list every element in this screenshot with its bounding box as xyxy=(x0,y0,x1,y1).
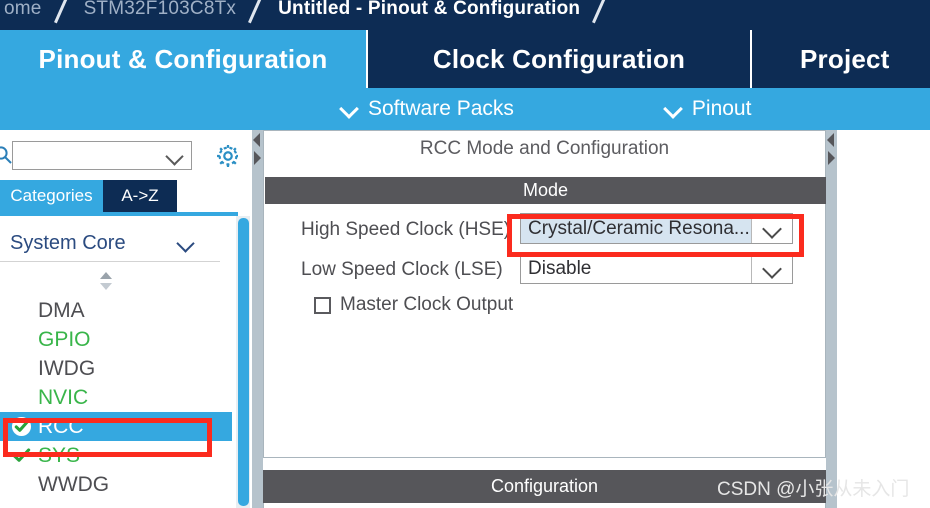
subnav-software-packs-label: Software Packs xyxy=(368,97,514,120)
breadcrumb-item-home[interactable]: ome xyxy=(0,0,46,20)
search-row xyxy=(0,136,238,180)
row-master-clock-output[interactable]: Master Clock Output xyxy=(264,291,827,325)
sidebar-item-dma[interactable]: DMA xyxy=(0,296,232,325)
breadcrumb-separator-icon xyxy=(240,0,274,26)
configuration-section-body xyxy=(263,503,826,508)
row-high-speed-clock: High Speed Clock (HSE) Crystal/Ceramic R… xyxy=(264,211,827,251)
category-mode-segmented-control: Categories A->Z xyxy=(0,180,238,212)
sort-spinner-icon[interactable] xyxy=(96,270,116,292)
hse-combo[interactable]: Crystal/Ceramic Resona... xyxy=(520,213,793,244)
master-clock-output-checkbox[interactable] xyxy=(314,297,331,314)
right-splitter[interactable] xyxy=(826,130,837,508)
check-circle-icon xyxy=(11,416,32,437)
chevron-down-icon[interactable] xyxy=(178,236,194,252)
lse-label: Low Speed Clock (LSE) xyxy=(301,259,503,280)
main-tab-bar: Pinout & Configuration Clock Configurati… xyxy=(0,30,930,88)
subnav-software-packs[interactable]: Software Packs xyxy=(340,97,514,121)
row-low-speed-clock: Low Speed Clock (LSE) Disable xyxy=(264,251,827,291)
chevron-down-icon[interactable] xyxy=(751,254,792,283)
sidebar-item-nvic[interactable]: NVIC xyxy=(0,383,232,412)
sidebar-item-rcc[interactable]: RCC xyxy=(0,412,232,441)
mode-form: High Speed Clock (HSE) Crystal/Ceramic R… xyxy=(264,211,827,325)
lse-combo[interactable]: Disable xyxy=(520,253,793,284)
sub-nav-bar: Software Packs Pinout xyxy=(0,88,930,130)
category-group-system-core[interactable]: System Core xyxy=(0,226,232,260)
right-splitter-collapse-arrows-icon[interactable] xyxy=(826,132,837,168)
sidebar-item-wwdg[interactable]: WWDG xyxy=(0,470,232,499)
chevron-down-icon[interactable] xyxy=(751,214,792,243)
hse-combo-value: Crystal/Ceramic Resona... xyxy=(528,218,750,239)
left-splitter[interactable] xyxy=(252,130,263,508)
sidebar-item-gpio[interactable]: GPIO xyxy=(0,325,232,354)
sidebar-item-label: DMA xyxy=(38,298,85,322)
sidebar-item-label: GPIO xyxy=(38,327,91,351)
watermark: CSDN @小张从未入门 xyxy=(717,479,910,500)
tab-clock-configuration[interactable]: Clock Configuration xyxy=(366,30,752,88)
sidebar-item-label: RCC xyxy=(38,414,84,438)
workspace: Categories A->Z System Core DMA GPIO IWD… xyxy=(0,130,930,508)
tab-project[interactable]: Project xyxy=(752,30,928,88)
sidebar-item-sys[interactable]: SYS xyxy=(0,441,232,470)
category-group-label: System Core xyxy=(10,231,126,254)
breadcrumb: ome STM32F103C8Tx Untitled - Pinout & Co… xyxy=(0,0,930,30)
sidebar-scrollbar-thumb[interactable] xyxy=(238,218,249,506)
subnav-pinout-label: Pinout xyxy=(691,97,752,120)
sidebar-item-label: WWDG xyxy=(38,472,110,496)
search-input[interactable] xyxy=(12,141,192,170)
subnav-pinout[interactable]: Pinout xyxy=(664,97,752,121)
chevron-down-icon xyxy=(340,100,358,118)
chevron-down-icon xyxy=(664,100,682,118)
stm32cubemx-window: ome STM32F103C8Tx Untitled - Pinout & Co… xyxy=(0,0,930,508)
lse-combo-value: Disable xyxy=(528,258,592,279)
sidebar-item-label: NVIC xyxy=(38,385,89,409)
hse-label: High Speed Clock (HSE) xyxy=(301,219,511,240)
peripheral-list: DMA GPIO IWDG NVIC RCC SYS WWDG xyxy=(0,296,232,499)
sidebar-item-iwdg[interactable]: IWDG xyxy=(0,354,232,383)
breadcrumb-separator-icon xyxy=(584,0,618,26)
master-clock-output-label: Master Clock Output xyxy=(340,294,514,315)
divider xyxy=(0,261,220,262)
tab-pinout-configuration[interactable]: Pinout & Configuration xyxy=(0,30,366,88)
check-icon xyxy=(11,445,32,466)
tab-a-to-z[interactable]: A->Z xyxy=(103,180,177,212)
page-title: RCC Mode and Configuration xyxy=(419,138,670,159)
mode-section-header: Mode xyxy=(265,177,826,204)
gear-icon[interactable] xyxy=(214,142,238,170)
splitter-collapse-arrows-icon[interactable] xyxy=(252,132,263,168)
categories-panel: Categories A->Z System Core DMA GPIO IWD… xyxy=(0,130,238,508)
segment-underline xyxy=(0,212,238,216)
panel-box: RCC Mode and Configuration Mode High Spe… xyxy=(263,130,826,458)
chevron-down-icon[interactable] xyxy=(167,149,183,165)
tab-categories[interactable]: Categories xyxy=(0,180,103,212)
sidebar-item-label: IWDG xyxy=(38,356,96,380)
breadcrumb-item-mcu[interactable]: STM32F103C8Tx xyxy=(80,0,241,20)
sidebar-item-label: SYS xyxy=(38,443,81,467)
breadcrumb-separator-icon xyxy=(46,0,80,26)
breadcrumb-item-project[interactable]: Untitled - Pinout & Configuration xyxy=(274,0,584,20)
